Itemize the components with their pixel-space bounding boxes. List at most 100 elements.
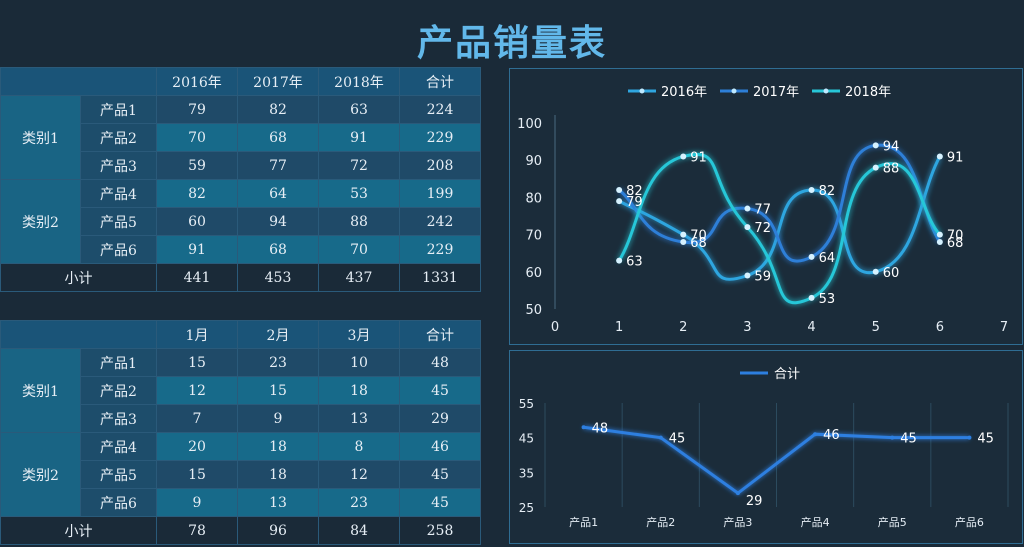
data-point xyxy=(744,224,751,231)
value-cell: 91 xyxy=(156,235,238,264)
table-row: 类别2 产品4 82 64 53 199 xyxy=(0,179,481,264)
legend-swatch-marker xyxy=(823,88,829,94)
data-point xyxy=(808,294,815,301)
x-tick-label: 2 xyxy=(679,320,687,335)
data-label: 72 xyxy=(754,221,771,236)
subtotal-cell: 96 xyxy=(237,516,319,545)
value-cell: 45 xyxy=(399,460,481,489)
data-label: 45 xyxy=(900,432,917,447)
x-tick-label: 5 xyxy=(872,320,880,335)
value-cell: 82 xyxy=(156,179,238,208)
category-cell: 类别1 xyxy=(0,95,81,180)
legend-label: 2016年 xyxy=(661,85,707,100)
x-tick-label: 0 xyxy=(551,320,559,335)
value-cell: 229 xyxy=(399,123,481,152)
x-tick-label: 产品4 xyxy=(801,515,830,529)
data-point xyxy=(744,272,751,279)
value-cell: 12 xyxy=(318,460,400,489)
product-cell: 产品4 xyxy=(80,179,157,208)
legend-label: 2017年 xyxy=(753,85,799,100)
value-cell: 9 xyxy=(156,488,238,517)
data-point xyxy=(967,435,972,440)
category-cell: 类别2 xyxy=(0,432,81,517)
data-label: 45 xyxy=(669,432,686,447)
table-row: 类别1 产品1 79 82 63 224 xyxy=(0,95,481,180)
data-label: 82 xyxy=(819,184,836,199)
value-cell: 7 xyxy=(156,404,238,433)
data-label: 48 xyxy=(592,421,609,436)
value-cell: 82 xyxy=(237,95,319,124)
x-tick-label: 1 xyxy=(615,320,623,335)
value-cell: 23 xyxy=(318,488,400,517)
product-cell: 产品4 xyxy=(80,432,157,461)
table-row: 类别1 产品1 15 23 10 48 xyxy=(0,348,481,433)
data-label: 64 xyxy=(819,251,836,266)
data-point xyxy=(936,153,943,160)
value-cell: 199 xyxy=(399,179,481,208)
value-cell: 242 xyxy=(399,207,481,236)
data-point xyxy=(808,186,815,193)
header-cell: 合计 xyxy=(399,67,481,96)
product-cell: 产品2 xyxy=(80,376,157,405)
data-label: 82 xyxy=(626,184,643,199)
value-cell: 48 xyxy=(399,348,481,377)
value-cell: 13 xyxy=(237,488,319,517)
value-cell: 229 xyxy=(399,235,481,264)
product-cell: 产品1 xyxy=(80,95,157,124)
subtotal-cell: 441 xyxy=(156,263,238,292)
data-label: 91 xyxy=(690,150,707,165)
product-cell: 产品6 xyxy=(80,235,157,264)
data-label: 63 xyxy=(626,255,643,270)
value-cell: 29 xyxy=(399,404,481,433)
data-point xyxy=(872,164,879,171)
data-point xyxy=(658,435,663,440)
data-point xyxy=(936,239,943,246)
data-point xyxy=(616,257,623,264)
value-cell: 10 xyxy=(318,348,400,377)
line-chart: 25 35 45 55 产品1 产品2 产品3 产品4 产品5 产品6 合计 48 45 29 46 45 45 xyxy=(519,367,1009,529)
value-cell: 18 xyxy=(237,432,319,461)
data-label: 29 xyxy=(746,494,763,509)
y-tick-label: 35 xyxy=(519,466,534,480)
value-cell: 9 xyxy=(237,404,319,433)
data-point xyxy=(744,205,751,212)
y-tick-label: 55 xyxy=(519,397,534,411)
data-point xyxy=(735,491,740,496)
data-point xyxy=(813,432,818,437)
value-cell: 94 xyxy=(237,207,319,236)
value-cell: 77 xyxy=(237,151,319,180)
page-title: 产品销量表 xyxy=(416,23,607,64)
header-cell: 3月 xyxy=(318,320,400,349)
data-label: 94 xyxy=(883,139,900,154)
value-cell: 60 xyxy=(156,207,238,236)
legend-label: 合计 xyxy=(774,367,800,382)
value-cell: 64 xyxy=(237,179,319,208)
sales-table-monthly: 1月 2月 3月 合计 类别1 产品1 15 23 10 48 产品2 12 1… xyxy=(0,320,481,545)
subtotal-cell: 453 xyxy=(237,263,319,292)
data-label: 68 xyxy=(690,236,707,251)
value-cell: 20 xyxy=(156,432,238,461)
data-point xyxy=(680,153,687,160)
value-cell: 70 xyxy=(156,123,238,152)
value-cell: 18 xyxy=(237,460,319,489)
value-cell: 63 xyxy=(318,95,400,124)
x-tick-label: 产品6 xyxy=(955,515,984,529)
header-cell: 合计 xyxy=(399,320,481,349)
value-cell: 79 xyxy=(156,95,238,124)
data-point xyxy=(616,186,623,193)
subtotal-cell: 1331 xyxy=(399,263,481,292)
data-label: 91 xyxy=(947,150,964,165)
y-tick-label: 50 xyxy=(525,303,542,318)
data-point xyxy=(616,198,623,205)
product-cell: 产品5 xyxy=(80,460,157,489)
product-cell: 产品2 xyxy=(80,123,157,152)
sales-table-yearly: 2016年 2017年 2018年 合计 类别1 产品1 79 82 63 22… xyxy=(0,67,481,292)
value-cell: 72 xyxy=(318,151,400,180)
legend-swatch-marker xyxy=(731,88,737,94)
value-cell: 8 xyxy=(318,432,400,461)
value-cell: 15 xyxy=(237,376,319,405)
header-blank-cell xyxy=(0,67,157,96)
value-cell: 23 xyxy=(237,348,319,377)
data-point xyxy=(680,239,687,246)
subtotal-cell: 437 xyxy=(318,263,400,292)
